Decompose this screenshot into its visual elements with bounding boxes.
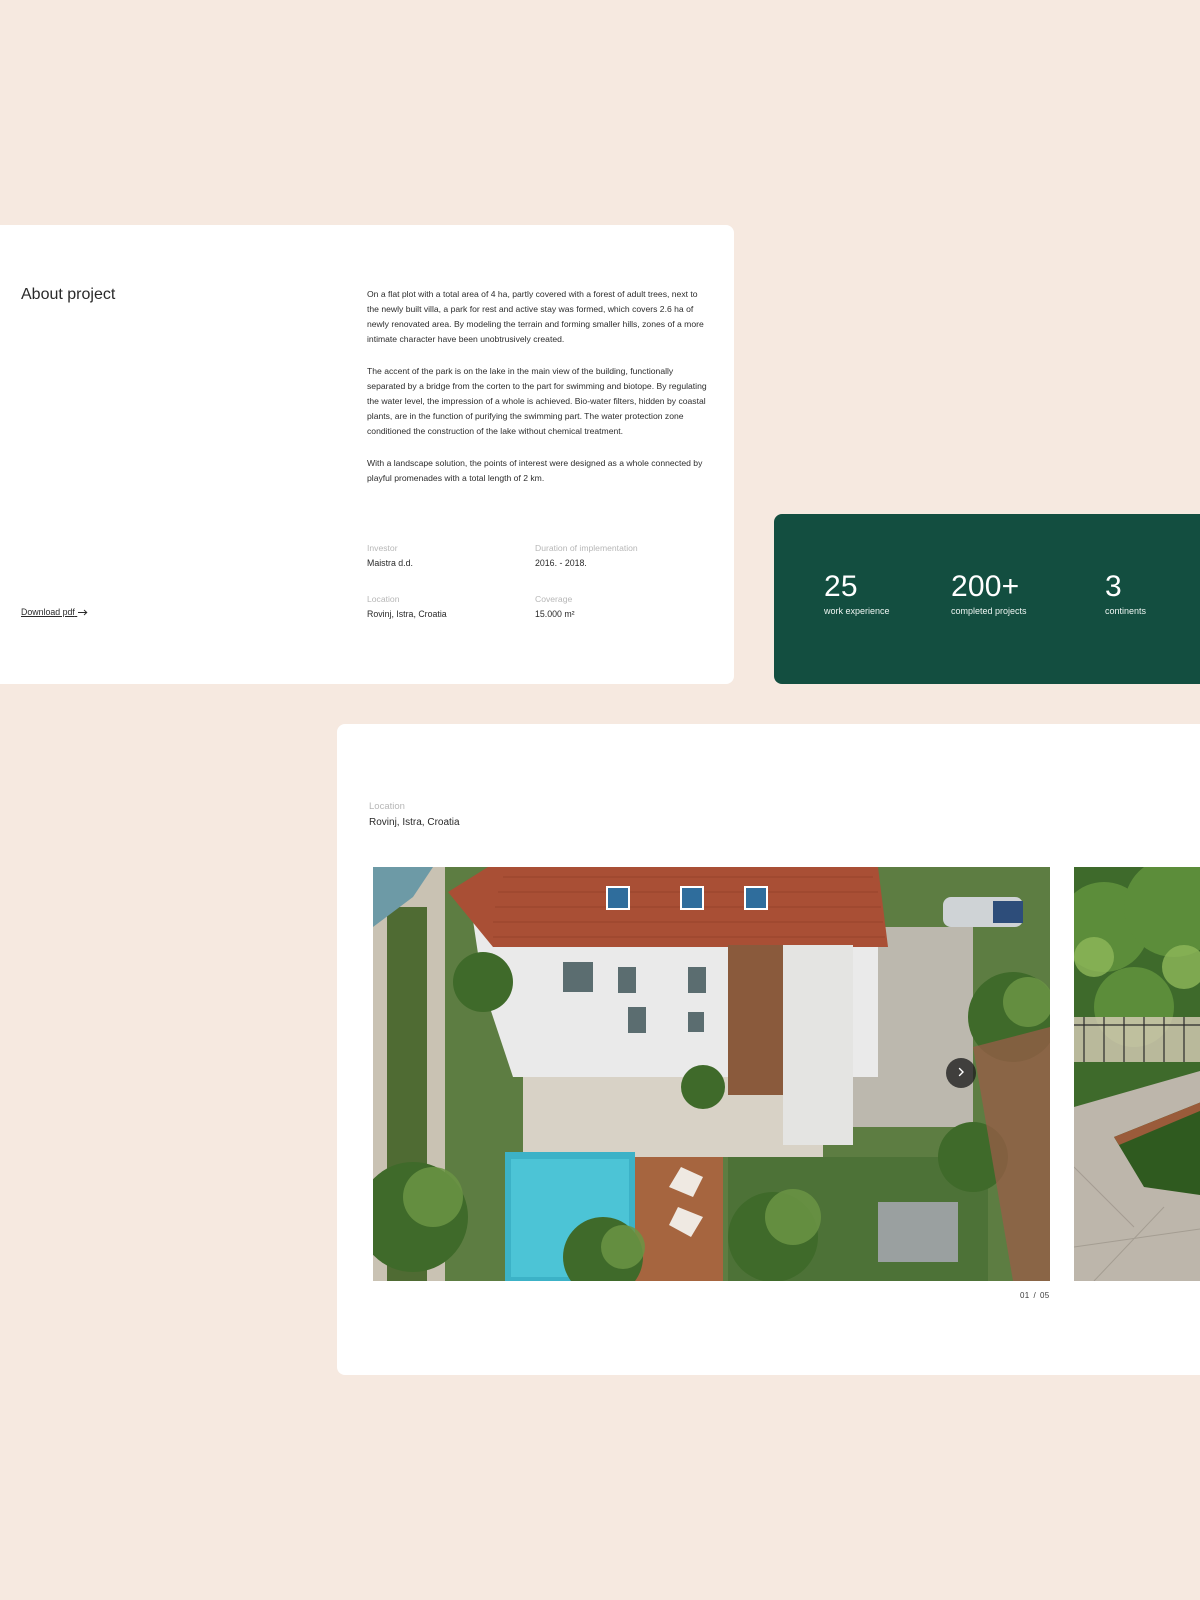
meta-investor-value: Maistra d.d. xyxy=(367,558,413,568)
about-paragraph: With a landscape solution, the points of… xyxy=(367,458,703,483)
download-pdf-link[interactable]: Download pdf xyxy=(21,607,88,617)
stat-value: 200+ xyxy=(951,570,1020,603)
gallery-next-button[interactable] xyxy=(946,1058,976,1088)
about-description: On a flat plot with a total area of 4 ha… xyxy=(367,287,707,503)
gallery-location-label: Location xyxy=(369,801,405,812)
about-paragraph: The accent of the park is on the lake in… xyxy=(367,366,707,436)
gallery-current: 01 xyxy=(1020,1291,1030,1300)
stat-continents: 3 continents xyxy=(1105,570,1146,617)
download-pdf-label: Download pdf xyxy=(21,607,75,617)
meta-coverage-value: 15.000 m² xyxy=(535,609,575,619)
meta-location: Location Rovinj, Istra, Croatia xyxy=(367,593,537,620)
about-title: About project xyxy=(21,286,116,303)
meta-coverage: Coverage 15.000 m² xyxy=(535,593,705,620)
meta-coverage-label: Coverage xyxy=(535,594,573,604)
stat-value: 3 xyxy=(1105,570,1122,603)
stat-label: completed projects xyxy=(951,606,1027,616)
stats-card: 25 work experience 200+ completed projec… xyxy=(774,514,1200,684)
garden-path-photo[interactable] xyxy=(1074,867,1200,1281)
stat-label: continents xyxy=(1105,606,1147,616)
chevron-right-icon xyxy=(956,1064,966,1082)
meta-investor: Investor Maistra d.d. xyxy=(367,542,537,569)
gallery-location: Location Rovinj, Istra, Croatia xyxy=(369,800,460,829)
arrow-right-icon xyxy=(75,607,88,617)
stat-completed-projects: 200+ completed projects xyxy=(951,570,1027,617)
meta-investor-label: Investor xyxy=(367,543,398,553)
meta-location-value: Rovinj, Istra, Croatia xyxy=(367,609,447,619)
stat-value: 25 xyxy=(824,570,858,603)
about-paragraph: On a flat plot with a total area of 4 ha… xyxy=(367,289,704,344)
meta-location-label: Location xyxy=(367,594,400,604)
gallery-separator: / xyxy=(1033,1291,1037,1300)
gallery-card: Location Rovinj, Istra, Croatia xyxy=(337,724,1200,1375)
meta-duration-label: Duration of implementation xyxy=(535,543,638,553)
gallery-location-value: Rovinj, Istra, Croatia xyxy=(369,817,460,828)
gallery-counter: 01/05 xyxy=(1020,1291,1050,1300)
stat-label: work experience xyxy=(824,606,890,616)
meta-duration-value: 2016. - 2018. xyxy=(535,558,587,568)
meta-duration: Duration of implementation 2016. - 2018. xyxy=(535,542,705,569)
stat-work-experience: 25 work experience xyxy=(824,570,890,617)
gallery-total: 05 xyxy=(1040,1291,1050,1300)
